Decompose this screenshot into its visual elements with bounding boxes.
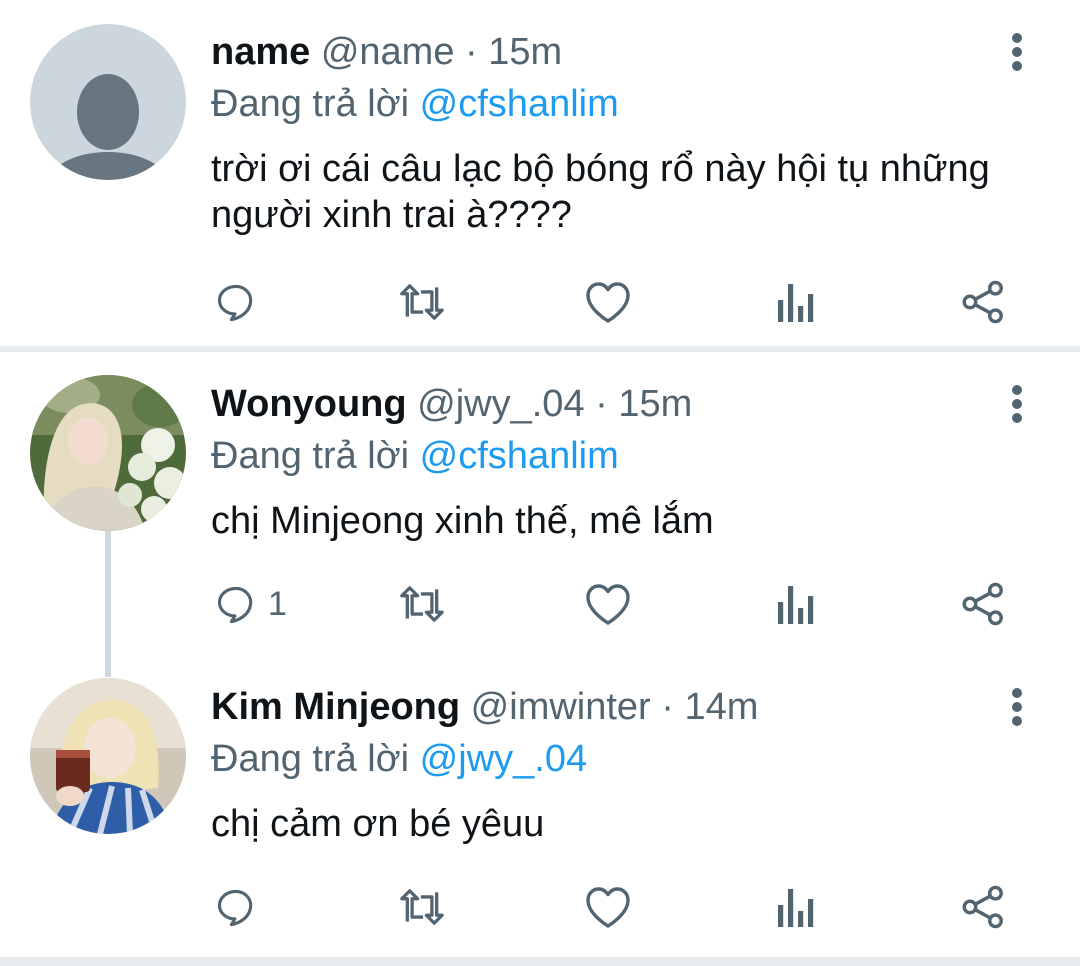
tweet-text: chị cảm ơn bé yêuu	[211, 803, 545, 845]
user-handle[interactable]: @imwinter	[471, 686, 651, 728]
reply-mention-link[interactable]: @jwy_.04	[420, 738, 587, 780]
separator-dot: ·	[661, 686, 674, 728]
heart-icon	[586, 282, 630, 323]
retweet-button[interactable]	[396, 580, 448, 628]
more-options-button[interactable]	[1000, 32, 1034, 72]
tweet-header: Wonyoung @jwy_.04 · 15m	[211, 382, 692, 426]
analytics-button[interactable]	[776, 883, 816, 931]
more-options-button[interactable]	[1000, 384, 1034, 424]
default-avatar-icon	[30, 24, 186, 180]
reply-mention-link[interactable]: @cfshanlim	[420, 435, 619, 477]
replying-to-label: Đang trả lời	[211, 83, 410, 125]
reply-button[interactable]	[214, 278, 268, 326]
share-icon	[962, 280, 1003, 324]
reply-mention-link[interactable]: @cfshanlim	[420, 83, 619, 125]
tweet-text: trời ơi cái câu lạc bộ bóng rổ này hội t…	[211, 148, 990, 236]
replying-to-label: Đang trả lời	[211, 435, 410, 477]
tweet-time[interactable]: 14m	[685, 686, 759, 728]
separator-dot: ·	[595, 383, 608, 425]
share-icon	[962, 582, 1003, 626]
tweet-text: chị Minjeong xinh thế, mê lắm	[211, 500, 714, 542]
retweet-icon	[400, 586, 444, 622]
avatar[interactable]	[30, 24, 186, 180]
like-button[interactable]	[584, 883, 632, 931]
reply-icon	[217, 586, 253, 624]
heart-icon	[586, 887, 630, 928]
display-name[interactable]: name	[211, 31, 310, 73]
action-bar	[0, 272, 1080, 332]
user-handle[interactable]: @jwy_.04	[417, 383, 584, 425]
tweet-divider	[0, 957, 1080, 966]
share-icon	[962, 885, 1003, 929]
reply-icon	[217, 889, 253, 927]
reply-button[interactable]	[214, 883, 268, 931]
retweet-icon	[400, 284, 444, 320]
analytics-icon	[778, 586, 814, 624]
share-button[interactable]	[960, 580, 1006, 628]
reply-count: 1	[268, 584, 287, 623]
avatar[interactable]	[30, 375, 186, 531]
tweet-header: name @name · 15m	[211, 30, 562, 74]
profile-photo	[30, 678, 186, 834]
analytics-icon	[778, 889, 814, 927]
avatar[interactable]	[30, 678, 186, 834]
separator-dot: ·	[465, 31, 478, 73]
more-vertical-icon	[1012, 688, 1022, 726]
reply-icon	[217, 284, 253, 322]
heart-icon	[586, 584, 630, 625]
more-vertical-icon	[1012, 385, 1022, 423]
retweet-button[interactable]	[396, 278, 448, 326]
more-vertical-icon	[1012, 33, 1022, 71]
analytics-icon	[778, 284, 814, 322]
reply-button[interactable]: 1	[214, 580, 287, 628]
like-button[interactable]	[584, 580, 632, 628]
display-name[interactable]: Wonyoung	[211, 383, 407, 425]
tweet-header: Kim Minjeong @imwinter · 14m	[211, 685, 758, 729]
tweet-time[interactable]: 15m	[618, 383, 692, 425]
like-button[interactable]	[584, 278, 632, 326]
retweet-button[interactable]	[396, 883, 448, 931]
retweet-icon	[400, 889, 444, 925]
tweet-reply[interactable]: name @name · 15m Đang trả lời @cfshanlim…	[0, 0, 1080, 346]
replying-to-line: Đang trả lời @jwy_.04	[211, 737, 587, 781]
analytics-button[interactable]	[776, 580, 816, 628]
replying-to-line: Đang trả lời @cfshanlim	[211, 434, 619, 478]
action-bar	[0, 877, 1080, 937]
more-options-button[interactable]	[1000, 687, 1034, 727]
tweet-reply[interactable]: Kim Minjeong @imwinter · 14m Đang trả lờ…	[0, 655, 1080, 957]
display-name[interactable]: Kim Minjeong	[211, 686, 460, 728]
tweet-time[interactable]: 15m	[488, 31, 562, 73]
user-handle[interactable]: @name	[321, 31, 455, 73]
profile-photo	[30, 375, 186, 531]
tweet-reply[interactable]: Wonyoung @jwy_.04 · 15m Đang trả lời @cf…	[0, 352, 1080, 655]
replying-to-line: Đang trả lời @cfshanlim	[211, 82, 619, 126]
replying-to-label: Đang trả lời	[211, 738, 410, 780]
action-bar: 1	[0, 574, 1080, 634]
analytics-button[interactable]	[776, 278, 816, 326]
share-button[interactable]	[960, 278, 1006, 326]
share-button[interactable]	[960, 883, 1006, 931]
